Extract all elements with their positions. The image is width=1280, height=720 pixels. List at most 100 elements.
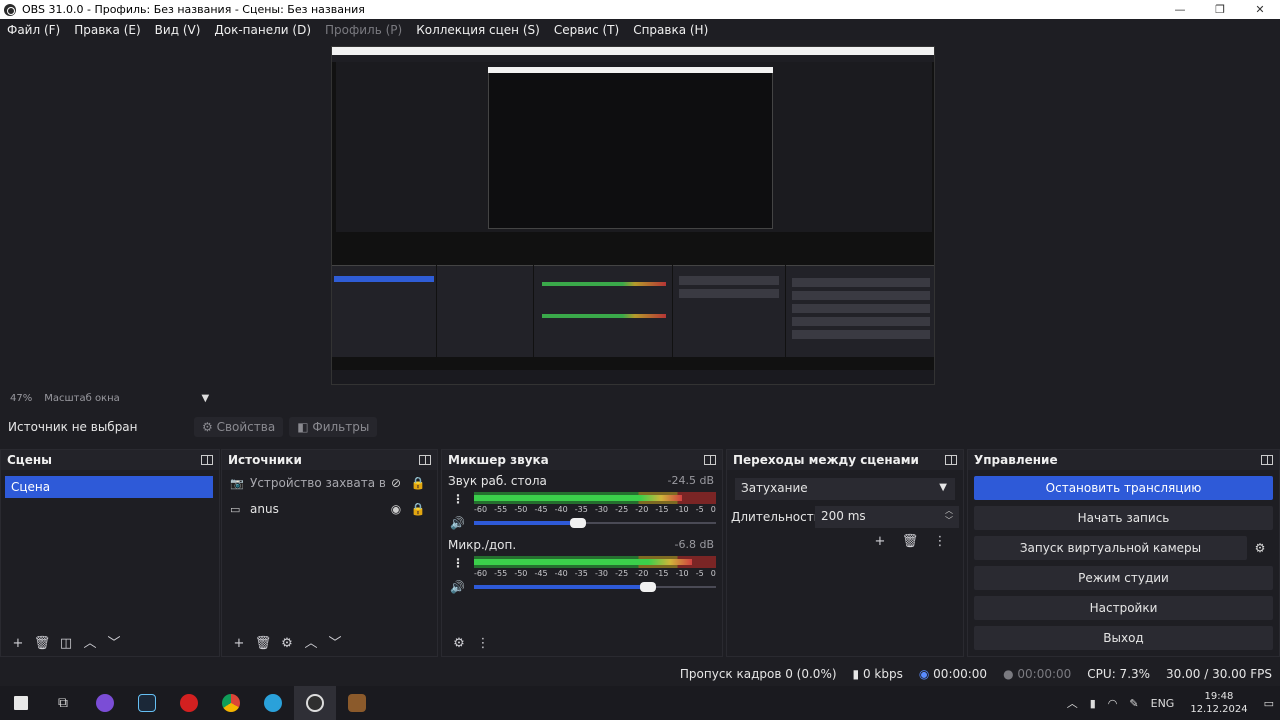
stop-streaming-button[interactable]: Остановить трансляцию bbox=[974, 476, 1273, 500]
scale-tick-label: -55 bbox=[494, 569, 508, 578]
scale-tick-label: -50 bbox=[514, 569, 528, 578]
menu-view[interactable]: Вид (V) bbox=[155, 23, 201, 37]
scene-filters-button[interactable]: ◫ bbox=[55, 634, 77, 654]
eye-icon[interactable]: ◉ bbox=[385, 502, 407, 516]
menu-tools[interactable]: Сервис (T) bbox=[554, 23, 619, 37]
scale-tick-label: -60 bbox=[474, 569, 488, 578]
record-time-value: 00:00:00 bbox=[1017, 667, 1072, 681]
nested-meter bbox=[542, 314, 666, 318]
menu-scene-collection[interactable]: Коллекция сцен (S) bbox=[416, 23, 540, 37]
chevron-up-icon[interactable]: ︿ bbox=[1067, 695, 1078, 711]
start-virtual-camera-button[interactable]: Запуск виртуальной камеры bbox=[974, 536, 1247, 560]
move-down-button[interactable]: ﹀ bbox=[103, 634, 125, 654]
start-recording-button[interactable]: Начать запись bbox=[974, 506, 1273, 530]
sources-header: Источники bbox=[222, 450, 437, 470]
taskbar-app[interactable] bbox=[336, 686, 378, 720]
channel-db: -6.8 dB bbox=[674, 538, 715, 551]
source-item[interactable]: ▭ anus ◉ 🔒 bbox=[222, 496, 437, 522]
language-indicator[interactable]: ENG bbox=[1151, 697, 1175, 710]
move-down-button[interactable]: ﹀ bbox=[324, 634, 346, 654]
slider-handle[interactable] bbox=[570, 518, 587, 528]
scene-item[interactable]: Сцена bbox=[5, 476, 213, 498]
scale-tick-label: -40 bbox=[554, 505, 568, 514]
taskbar-app[interactable] bbox=[210, 686, 252, 720]
gear-icon[interactable]: ⚙ bbox=[1247, 536, 1273, 560]
scale-tick-label: -10 bbox=[675, 569, 689, 578]
window-capture-icon: ▭ bbox=[230, 502, 241, 516]
taskbar-app-obs[interactable] bbox=[294, 686, 336, 720]
source-properties-button[interactable]: ⚙ bbox=[276, 634, 298, 654]
network-icon[interactable]: ◠ bbox=[1108, 697, 1118, 710]
menu-docks[interactable]: Док-панели (D) bbox=[214, 23, 311, 37]
signal-icon: ▮ bbox=[852, 667, 860, 681]
nested-sources-dock bbox=[437, 265, 533, 357]
maximize-button[interactable]: ❐ bbox=[1200, 3, 1240, 16]
undock-icon[interactable] bbox=[704, 455, 716, 465]
channel-menu-button[interactable]: ⋮ bbox=[452, 492, 464, 506]
task-view-button[interactable]: ⧉ bbox=[42, 686, 84, 720]
taskbar-app[interactable] bbox=[252, 686, 294, 720]
nested-meter bbox=[542, 282, 666, 286]
filters-button[interactable]: ◧ Фильтры bbox=[289, 417, 378, 437]
mixer-header: Микшер звука bbox=[442, 450, 722, 470]
duration-input[interactable]: 200 ms ︿ ﹀ bbox=[815, 506, 959, 528]
exit-button[interactable]: Выход bbox=[974, 626, 1273, 650]
cpu-usage: CPU: 7.3% bbox=[1087, 667, 1151, 681]
spinner-arrows-icon[interactable]: ︿ ﹀ bbox=[945, 506, 953, 526]
volume-slider[interactable] bbox=[474, 518, 716, 528]
nested-control-button bbox=[792, 291, 930, 300]
pen-icon[interactable]: ✎ bbox=[1129, 697, 1138, 710]
transition-menu-button[interactable]: ⋮ bbox=[929, 532, 951, 552]
settings-button[interactable]: Настройки bbox=[974, 596, 1273, 620]
undock-icon[interactable] bbox=[201, 455, 213, 465]
transition-select[interactable]: Затухание ▼ bbox=[735, 478, 955, 500]
start-button[interactable] bbox=[0, 686, 42, 720]
taskbar-app[interactable] bbox=[84, 686, 126, 720]
scale-tick-label: -25 bbox=[615, 569, 629, 578]
lock-icon[interactable]: 🔒 bbox=[407, 476, 429, 490]
menu-profile[interactable]: Профиль (P) bbox=[325, 23, 402, 37]
move-up-button[interactable]: ︿ bbox=[300, 634, 322, 654]
add-source-button[interactable]: + bbox=[228, 634, 250, 654]
lock-icon[interactable]: 🔒 bbox=[407, 502, 429, 516]
undock-icon[interactable] bbox=[945, 455, 957, 465]
taskbar-app[interactable] bbox=[168, 686, 210, 720]
clock[interactable]: 19:48 12.12.2024 bbox=[1190, 690, 1247, 716]
notifications-icon[interactable]: ▭ bbox=[1264, 697, 1274, 710]
delete-transition-button[interactable]: 🗑 bbox=[899, 532, 921, 552]
source-item[interactable]: 📷 Устройство захвата видео ⊘ 🔒 bbox=[222, 470, 437, 496]
properties-button[interactable]: ⚙ Свойства bbox=[194, 417, 284, 437]
duration-label: Длительность bbox=[731, 510, 821, 524]
add-scene-button[interactable]: + bbox=[7, 634, 29, 654]
speaker-icon[interactable]: 🔊 bbox=[450, 580, 465, 594]
source-name: anus bbox=[250, 502, 279, 516]
tray-app-icon[interactable]: ▮ bbox=[1090, 697, 1096, 710]
preview-area[interactable] bbox=[0, 40, 1280, 390]
add-transition-button[interactable]: + bbox=[869, 532, 891, 552]
undock-icon[interactable] bbox=[419, 455, 431, 465]
slider-handle[interactable] bbox=[640, 582, 657, 592]
status-bar: Пропуск кадров 0 (0.0%) ▮ 0 kbps ◉ 00:00… bbox=[0, 663, 1280, 685]
mixer-menu-button[interactable]: ⋮ bbox=[472, 634, 494, 654]
delete-source-button[interactable]: 🗑 bbox=[252, 634, 274, 654]
speaker-icon[interactable]: 🔊 bbox=[450, 516, 465, 530]
window-title: OBS 31.0.0 - Профиль: Без названия - Сце… bbox=[22, 3, 365, 16]
delete-scene-button[interactable]: 🗑 bbox=[31, 634, 53, 654]
close-button[interactable]: ✕ bbox=[1240, 3, 1280, 16]
undock-icon[interactable] bbox=[1261, 455, 1273, 465]
menu-edit[interactable]: Правка (E) bbox=[74, 23, 140, 37]
menu-help[interactable]: Справка (H) bbox=[633, 23, 708, 37]
studio-mode-button[interactable]: Режим студии bbox=[974, 566, 1273, 590]
move-up-button[interactable]: ︿ bbox=[79, 634, 101, 654]
zoom-mode-select[interactable]: Масштаб окна ▼ bbox=[44, 393, 209, 404]
eye-hidden-icon[interactable]: ⊘ bbox=[385, 476, 407, 490]
sources-toolbar: + 🗑 ⚙ ︿ ﹀ bbox=[222, 632, 437, 656]
advanced-audio-button[interactable]: ⚙ bbox=[448, 634, 470, 654]
volume-slider[interactable] bbox=[474, 582, 716, 592]
menu-file[interactable]: Файл (F) bbox=[7, 23, 60, 37]
obs-icon bbox=[306, 694, 324, 712]
taskbar-app[interactable] bbox=[126, 686, 168, 720]
minimize-button[interactable]: — bbox=[1160, 3, 1200, 16]
duration-value: 200 ms bbox=[821, 509, 866, 523]
channel-menu-button[interactable]: ⋮ bbox=[452, 556, 464, 570]
